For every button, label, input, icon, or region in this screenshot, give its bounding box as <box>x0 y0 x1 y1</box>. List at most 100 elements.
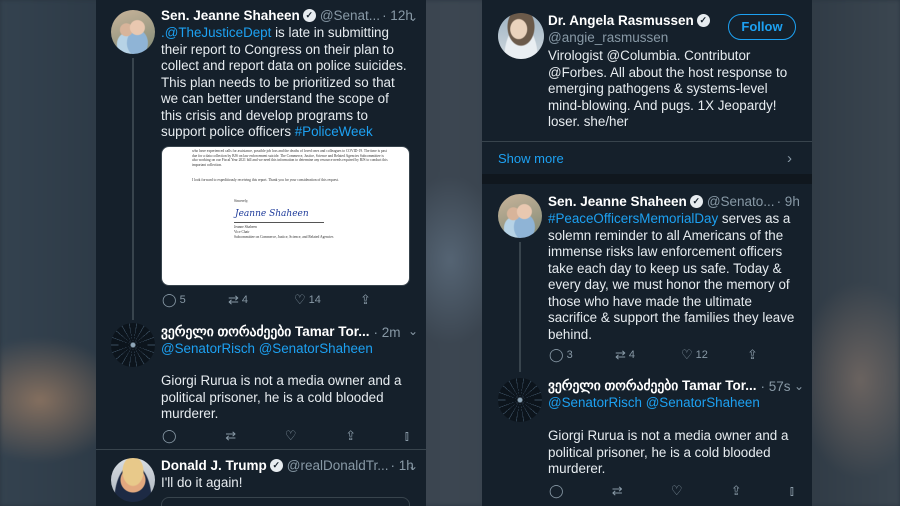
reply-icon: ◯ <box>162 428 177 443</box>
tweet-header: Donald J. Trump ✓ @realDonaldTr... · 1h <box>161 458 414 473</box>
like-count: 14 <box>308 294 321 306</box>
share-button[interactable]: ⇪ <box>360 292 374 308</box>
section-gap <box>482 174 812 184</box>
share-button[interactable]: ⇪ <box>731 483 745 499</box>
share-icon: ⇪ <box>747 347 758 362</box>
avatar-tamar[interactable] <box>111 323 155 367</box>
profile-header: Dr. Angela Rasmussen ✓ <box>548 13 710 28</box>
reply-count: 3 <box>566 349 573 361</box>
letter-closing: Sincerely, <box>234 199 249 203</box>
retweet-button[interactable]: ⇄ 4 <box>615 347 681 363</box>
like-button[interactable]: ♡ 12 <box>681 347 747 363</box>
like-button[interactable]: ♡ <box>671 483 686 499</box>
signer-org: Subcommittee on Commerce, Justice, Scien… <box>234 235 334 239</box>
tweet-body: is late in submitting their report to Co… <box>161 25 407 139</box>
mention-links[interactable]: @SenatorRisch @SenatorShaheen <box>161 341 373 358</box>
share-icon: ⇪ <box>345 428 357 443</box>
tweet-text: Giorgi Rurua is not a media owner and a … <box>161 373 402 421</box>
letter-paragraph: who have experienced calls for assistanc… <box>192 149 388 167</box>
like-icon: ♡ <box>294 292 306 307</box>
tweet-header: Sen. Jeanne Shaheen ✓ @Senat... · 12h <box>161 8 413 23</box>
retweet-count: 4 <box>628 349 636 361</box>
tweet-actions: ◯ 3 ⇄ 4 ♡ 12 ⇪ <box>549 347 761 363</box>
avatar-angela[interactable] <box>498 13 544 59</box>
tweet-image-letter[interactable]: who have experienced calls for assistanc… <box>161 146 410 286</box>
reply-icon: ◯ <box>162 292 177 307</box>
analytics-button[interactable]: ⫾ <box>790 483 797 499</box>
analytics-icon: ⫾ <box>789 483 794 498</box>
author-handle[interactable]: @realDonaldTr... <box>287 458 389 473</box>
author-name[interactable]: ვერელი თორაძეები Tamar Tor... <box>548 378 757 394</box>
mention-links[interactable]: @SenatorRisch @SenatorShaheen <box>548 395 760 412</box>
like-button[interactable]: ♡ 14 <box>294 292 360 308</box>
verified-icon: ✓ <box>689 195 703 208</box>
handwritten-signature: Jeanne Shaheen <box>235 209 309 219</box>
right-screen: Dr. Angela Rasmussen ✓ @angie_rasmussen … <box>482 0 812 506</box>
like-count: 12 <box>695 349 708 361</box>
reply-button[interactable]: ◯ <box>549 483 567 499</box>
tweet-actions: ◯ 5 ⇄ 4 ♡ 14 ⇪ <box>162 292 374 308</box>
profile-bio: Virologist @Columbia. Contributor @Forbe… <box>548 48 788 129</box>
signer-name: Jeanne Shaheen <box>234 225 257 229</box>
chevron-down-icon[interactable]: ⌄ <box>408 324 418 338</box>
analytics-button[interactable]: ⫾ <box>405 428 412 444</box>
like-icon: ♡ <box>681 347 693 362</box>
author-name[interactable]: Dr. Angela Rasmussen <box>548 13 694 28</box>
signer-title: Vice Chair <box>234 230 250 234</box>
avatar-shaheen[interactable] <box>498 194 542 238</box>
letter-paragraph: I look forward to expeditiously receivin… <box>192 178 339 182</box>
tweet-text: .@TheJusticeDept is late in submitting t… <box>161 25 411 141</box>
retweet-icon: ⇄ <box>611 483 623 498</box>
retweet-button[interactable]: ⇄ 4 <box>228 292 294 308</box>
share-button[interactable]: ⇪ <box>747 347 761 363</box>
tweet-header: ვერელი თორაძეები Tamar Tor... · 57s <box>548 378 791 394</box>
signature-line <box>234 222 324 223</box>
tweet-text: I'll do it again! <box>161 475 243 490</box>
tweet-text: #PeaceOfficersMemorialDay serves as a so… <box>548 211 798 343</box>
retweet-button[interactable]: ⇄ <box>225 428 239 444</box>
hashtag-link[interactable]: #PeaceOfficersMemorialDay <box>548 211 718 226</box>
hashtag-link[interactable]: #PoliceWeek <box>295 124 373 139</box>
like-button[interactable]: ♡ <box>285 428 300 444</box>
show-more-link[interactable]: Show more <box>498 151 564 166</box>
profile-handle-row: @angie_rasmussen <box>548 30 668 45</box>
retweet-icon: ⇄ <box>228 292 239 307</box>
like-icon: ♡ <box>284 428 297 443</box>
tweet-card[interactable] <box>161 497 410 506</box>
avatar-tamar[interactable] <box>498 378 542 422</box>
chevron-down-icon[interactable]: ⌄ <box>408 459 418 473</box>
verified-icon: ✓ <box>302 9 316 22</box>
avatar-trump[interactable] <box>111 458 155 502</box>
chevron-down-icon[interactable]: ⌄ <box>408 10 418 24</box>
author-name[interactable]: ვერელი თორაძეები Tamar Tor... <box>161 324 370 340</box>
share-button[interactable]: ⇪ <box>345 428 359 444</box>
author-handle[interactable]: @Senat... <box>320 8 380 23</box>
tweet-time[interactable]: · 2m <box>374 325 401 340</box>
retweet-button[interactable]: ⇄ <box>612 483 626 499</box>
avatar-shaheen[interactable] <box>111 10 155 54</box>
analytics-icon: ⫾ <box>404 428 409 443</box>
mention-link[interactable]: .@TheJusticeDept <box>161 25 271 40</box>
tweet-time[interactable]: · 57s <box>761 379 791 394</box>
divider <box>96 449 426 450</box>
retweet-icon: ⇄ <box>615 347 626 362</box>
author-handle[interactable]: @angie_rasmussen <box>548 30 668 45</box>
reply-icon: ◯ <box>549 347 564 362</box>
tweet-header: ვერელი თორაძეები Tamar Tor... · 2m <box>161 324 401 340</box>
author-name[interactable]: Sen. Jeanne Shaheen <box>161 8 300 23</box>
reply-button[interactable]: ◯ 5 <box>162 292 228 308</box>
author-name[interactable]: Sen. Jeanne Shaheen <box>548 194 687 209</box>
reply-icon: ◯ <box>549 483 564 498</box>
follow-button[interactable]: Follow <box>728 14 796 40</box>
chevron-down-icon[interactable]: ⌄ <box>794 379 804 393</box>
share-icon: ⇪ <box>730 483 742 498</box>
retweet-count: 4 <box>241 294 249 306</box>
author-handle[interactable]: @Senato... <box>707 194 775 209</box>
chevron-right-icon[interactable]: › <box>787 150 792 167</box>
reply-button[interactable]: ◯ 3 <box>549 347 615 363</box>
author-name[interactable]: Donald J. Trump <box>161 458 267 473</box>
tweet-time[interactable]: · 9h <box>777 194 800 209</box>
reply-button[interactable]: ◯ <box>162 428 180 444</box>
verified-icon: ✓ <box>269 459 283 472</box>
tweet-actions: ◯ ⇄ ♡ ⇪ ⫾ <box>549 483 797 499</box>
